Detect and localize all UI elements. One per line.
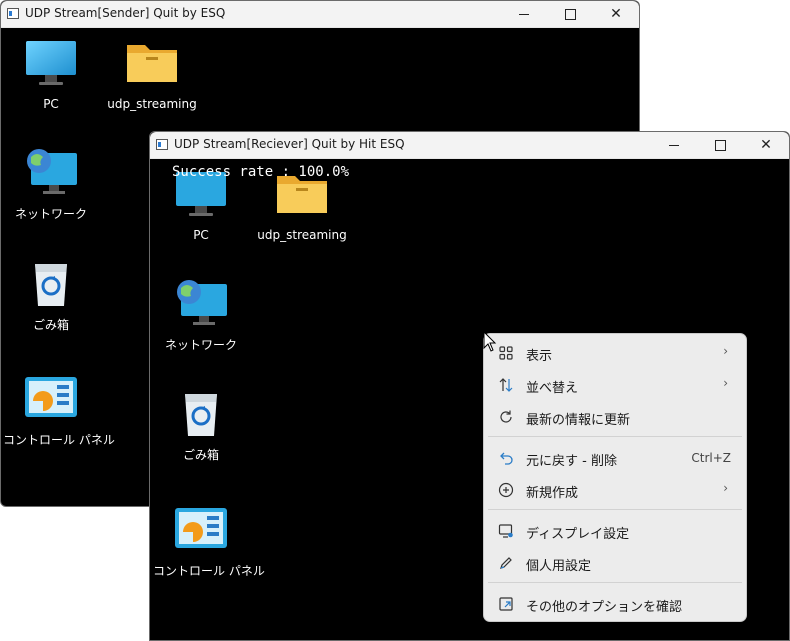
menu-item-label: ディスプレイ設定: [526, 527, 630, 542]
minimize-icon: [519, 13, 529, 15]
receiver-window-title: UDP Stream[Reciever] Quit by Hit ESQ: [174, 137, 405, 151]
menu-item-view[interactable]: 表示 ›: [488, 338, 742, 368]
chevron-right-icon: ›: [723, 376, 728, 390]
desktop-icon-pc[interactable]: PC: [3, 39, 99, 111]
display-settings-icon: [498, 523, 514, 539]
close-icon: ✕: [610, 6, 622, 22]
menu-separator: [488, 582, 742, 583]
menu-item-sort[interactable]: 並べ替え ›: [488, 370, 742, 400]
desktop-icon-control-panel[interactable]: コントロール パネル: [3, 373, 115, 448]
close-icon: ✕: [760, 137, 772, 153]
receiver-titlebar[interactable]: UDP Stream[Reciever] Quit by Hit ESQ ✕: [150, 132, 789, 159]
menu-item-label: その他のオプションを確認: [526, 600, 683, 615]
desktop-icon-label: コントロール パネル: [153, 564, 265, 578]
chevron-right-icon: ›: [723, 344, 728, 358]
menu-item-label: 元に戻す - 削除: [526, 454, 617, 469]
minimize-button[interactable]: [651, 132, 697, 158]
menu-item-label: 並べ替え: [526, 381, 579, 396]
desktop-icon-label: ネットワーク: [14, 207, 87, 221]
undo-icon: [498, 450, 514, 466]
desktop-icon-label: コントロール パネル: [3, 433, 115, 447]
control-panel-icon: [23, 373, 79, 425]
recycle-bin-icon: [23, 258, 79, 310]
shortcut-text: Ctrl+Z: [691, 451, 731, 465]
menu-item-label: 表示: [526, 349, 553, 364]
app-window-icon: [156, 139, 168, 150]
menu-separator: [488, 436, 742, 437]
menu-item-label: 最新の情報に更新: [526, 413, 631, 428]
desktop-icon-network[interactable]: ネットワーク: [3, 147, 99, 222]
new-plus-icon: [498, 482, 514, 498]
app-window-icon: [7, 8, 19, 19]
desktop-icon-control-panel[interactable]: コントロール パネル: [153, 504, 265, 579]
close-button[interactable]: ✕: [593, 1, 639, 27]
sender-titlebar[interactable]: UDP Stream[Sender] Quit by ESQ ✕: [1, 1, 639, 28]
view-grid-icon: [498, 345, 514, 361]
desktop-icon-label: PC: [43, 97, 59, 111]
desktop-icon-label: ごみ箱: [32, 318, 69, 332]
refresh-icon: [498, 409, 514, 425]
menu-item-undo-delete[interactable]: 元に戻す - 削除 Ctrl+Z: [488, 443, 742, 473]
more-options-icon: [498, 596, 514, 612]
close-button[interactable]: ✕: [743, 132, 789, 158]
desktop-icon-label: ごみ箱: [182, 448, 219, 462]
desktop-icon-label: PC: [193, 228, 209, 242]
network-icon: [23, 147, 79, 199]
menu-item-new[interactable]: 新規作成 ›: [488, 475, 742, 505]
chevron-right-icon: ›: [723, 481, 728, 495]
desktop-icon-udp-streaming[interactable]: udp_streaming: [254, 170, 350, 242]
desktop-icon-label: udp_streaming: [257, 228, 347, 242]
folder-icon: [124, 39, 180, 91]
network-icon: [173, 278, 229, 330]
context-menu: 表示 › 並べ替え › 最新の情報に更新 元に戻す - 削除 Ctrl+Z 新規…: [483, 333, 747, 622]
menu-separator: [488, 509, 742, 510]
maximize-button[interactable]: [697, 132, 743, 158]
menu-item-refresh[interactable]: 最新の情報に更新: [488, 402, 742, 432]
monitor-icon: [23, 39, 79, 91]
desktop-icon-label: udp_streaming: [107, 97, 197, 111]
menu-item-display-settings[interactable]: ディスプレイ設定: [488, 516, 742, 546]
maximize-button[interactable]: [547, 1, 593, 27]
menu-item-label: 個人用設定: [526, 559, 592, 574]
desktop-icon-network[interactable]: ネットワーク: [153, 278, 249, 353]
desktop-icon-label: ネットワーク: [164, 338, 237, 352]
menu-item-label: 新規作成: [526, 486, 579, 501]
sender-window-title: UDP Stream[Sender] Quit by ESQ: [25, 6, 226, 20]
sort-icon: [498, 377, 514, 393]
maximize-icon: [564, 8, 576, 20]
mouse-cursor-icon: [483, 331, 497, 352]
desktop-icon-pc[interactable]: PC: [153, 170, 249, 242]
menu-item-more-options[interactable]: その他のオプションを確認: [488, 589, 742, 619]
maximize-icon: [714, 139, 726, 151]
desktop-icon-udp-streaming[interactable]: udp_streaming: [104, 39, 200, 111]
control-panel-icon: [173, 504, 229, 556]
recycle-bin-icon: [173, 388, 229, 440]
personalize-pen-icon: [498, 555, 514, 571]
minimize-icon: [669, 144, 679, 146]
desktop-icon-recycle-bin[interactable]: ごみ箱: [3, 258, 99, 333]
success-rate-text: Success rate : 100.0%: [172, 164, 350, 180]
minimize-button[interactable]: [501, 1, 547, 27]
menu-item-personalize[interactable]: 個人用設定: [488, 548, 742, 578]
desktop-icon-recycle-bin[interactable]: ごみ箱: [153, 388, 249, 463]
